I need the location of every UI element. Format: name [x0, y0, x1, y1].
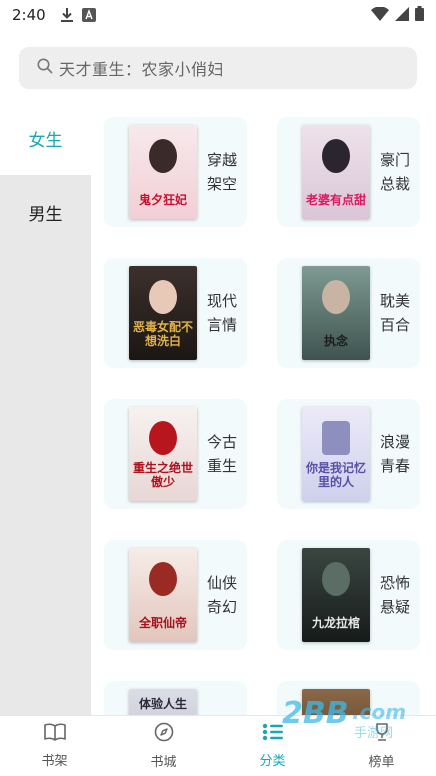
- nav-label: 书架: [41, 754, 68, 769]
- category-card-xiandai[interactable]: 恶毒女配不想洗白 现代 言情: [104, 258, 247, 368]
- book-cover: 全职仙帝: [129, 548, 197, 642]
- book-cover: 你是我记忆里的人: [302, 407, 370, 501]
- app-notification-icon: [81, 8, 96, 22]
- nav-bookshelf[interactable]: 书架: [0, 716, 109, 776]
- bottom-nav: 书架 书城 分类 榜单: [0, 715, 436, 776]
- search-placeholder: 天才重生：农家小俏妇: [59, 60, 225, 79]
- nav-ranking[interactable]: 榜单: [327, 716, 436, 776]
- book-cover: 恶毒女配不想洗白: [129, 266, 197, 360]
- category-label: 豪门 总裁: [380, 151, 411, 193]
- sidebar-item-male[interactable]: 男生: [0, 175, 91, 249]
- category-sidebar: 女生 男生: [0, 101, 91, 715]
- book-icon: [43, 723, 66, 745]
- category-label: 今古 重生: [207, 433, 238, 475]
- trophy-icon: [372, 722, 392, 746]
- category-label: 穿越 架空: [207, 151, 238, 193]
- book-cover: 体验人生: [129, 689, 197, 715]
- book-cover: 老婆有点甜: [302, 125, 370, 219]
- category-label: 现代 言情: [207, 292, 238, 334]
- sidebar-item-female[interactable]: 女生: [0, 101, 91, 175]
- search-icon: [37, 58, 53, 78]
- download-icon: [60, 7, 74, 23]
- category-card-partial-2[interactable]: [277, 681, 420, 715]
- category-card-danmei[interactable]: 执念 耽美 百合: [277, 258, 420, 368]
- category-card-kongbu[interactable]: 九龙拉棺 恐怖 悬疑: [277, 540, 420, 650]
- nav-label: 榜单: [368, 755, 395, 770]
- search-input[interactable]: 天才重生：农家小俏妇: [19, 47, 417, 89]
- wifi-icon: [371, 5, 389, 25]
- compass-icon: [154, 722, 174, 746]
- status-time: 2:40: [12, 6, 46, 24]
- battery-icon: [415, 5, 424, 25]
- category-card-xianxia[interactable]: 全职仙帝 仙侠 奇幻: [104, 540, 247, 650]
- nav-label: 分类: [259, 754, 286, 769]
- nav-category[interactable]: 分类: [218, 716, 327, 776]
- status-bar: 2:40: [0, 0, 436, 30]
- book-cover: 执念: [302, 266, 370, 360]
- signal-icon: [395, 6, 409, 25]
- category-grid: 鬼夕狂妃 穿越 架空 老婆有点甜 豪门 总裁 恶毒女配不想洗白 现代 言情 执念 耽美…: [91, 101, 436, 715]
- nav-label: 书城: [150, 755, 177, 770]
- book-cover: 鬼夕狂妃: [129, 125, 197, 219]
- book-cover: 九龙拉棺: [302, 548, 370, 642]
- nav-bookstore[interactable]: 书城: [109, 716, 218, 776]
- book-cover: [302, 689, 370, 715]
- category-label: 浪漫 青春: [380, 433, 411, 475]
- book-cover: 重生之绝世傲少: [129, 407, 197, 501]
- list-icon: [262, 723, 284, 745]
- category-card-chuanyue[interactable]: 鬼夕狂妃 穿越 架空: [104, 117, 247, 227]
- category-label: 仙侠 奇幻: [207, 574, 238, 616]
- category-card-haomen[interactable]: 老婆有点甜 豪门 总裁: [277, 117, 420, 227]
- category-card-partial-1[interactable]: 体验人生: [104, 681, 247, 715]
- category-label: 恐怖 悬疑: [380, 574, 411, 616]
- category-label: 耽美 百合: [380, 292, 411, 334]
- category-card-jingu[interactable]: 重生之绝世傲少 今古 重生: [104, 399, 247, 509]
- category-card-langman[interactable]: 你是我记忆里的人 浪漫 青春: [277, 399, 420, 509]
